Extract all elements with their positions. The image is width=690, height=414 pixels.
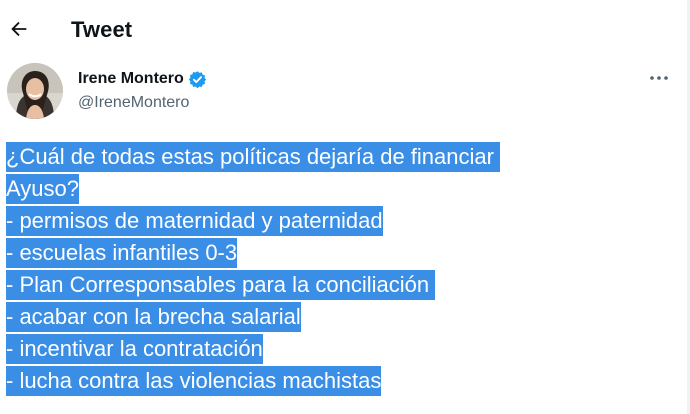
tweet-line: Ayuso? [6,173,646,205]
tweet-line: - escuelas infantiles 0-3 [6,237,646,269]
selected-text[interactable]: - Plan Corresponsables para la conciliac… [6,270,436,300]
tweet-text[interactable]: ¿Cuál de todas estas políticas dejaría d… [6,141,646,397]
tweet-line: - Plan Corresponsables para la conciliac… [6,269,646,301]
tweet-line: ¿Cuál de todas estas políticas dejaría d… [6,141,646,173]
top-bar: Tweet [0,0,690,60]
selected-text[interactable]: - incentivar la contratación [6,334,263,364]
tweet-line: - incentivar la contratación [6,333,646,365]
more-horizontal-icon [650,76,668,80]
selected-text[interactable]: - lucha contra las violencias machistas [6,366,382,396]
tweet-line: - acabar con la brecha salarial [6,301,646,333]
author-info: Irene Montero [78,69,207,89]
selected-text[interactable]: Ayuso? [6,174,79,204]
author-handle[interactable]: @IreneMontero [78,93,189,113]
author-name[interactable]: Irene Montero [78,69,184,89]
profile-photo [7,63,63,119]
back-button[interactable] [6,16,32,42]
selected-text[interactable]: - escuelas infantiles 0-3 [6,238,238,268]
selected-text[interactable]: ¿Cuál de todas estas políticas dejaría d… [6,142,501,172]
tweet-line: - permisos de maternidad y paternidad [6,205,646,237]
page-title: Tweet [71,17,133,42]
selected-text[interactable]: - permisos de maternidad y paternidad [6,206,383,236]
tweet-line: - lucha contra las violencias machistas [6,365,646,397]
avatar[interactable] [7,63,63,119]
verified-badge-icon [188,70,207,89]
arrow-left-icon [11,21,27,37]
selected-text[interactable]: - acabar con la brecha salarial [6,302,301,332]
more-options-button[interactable] [645,68,673,88]
